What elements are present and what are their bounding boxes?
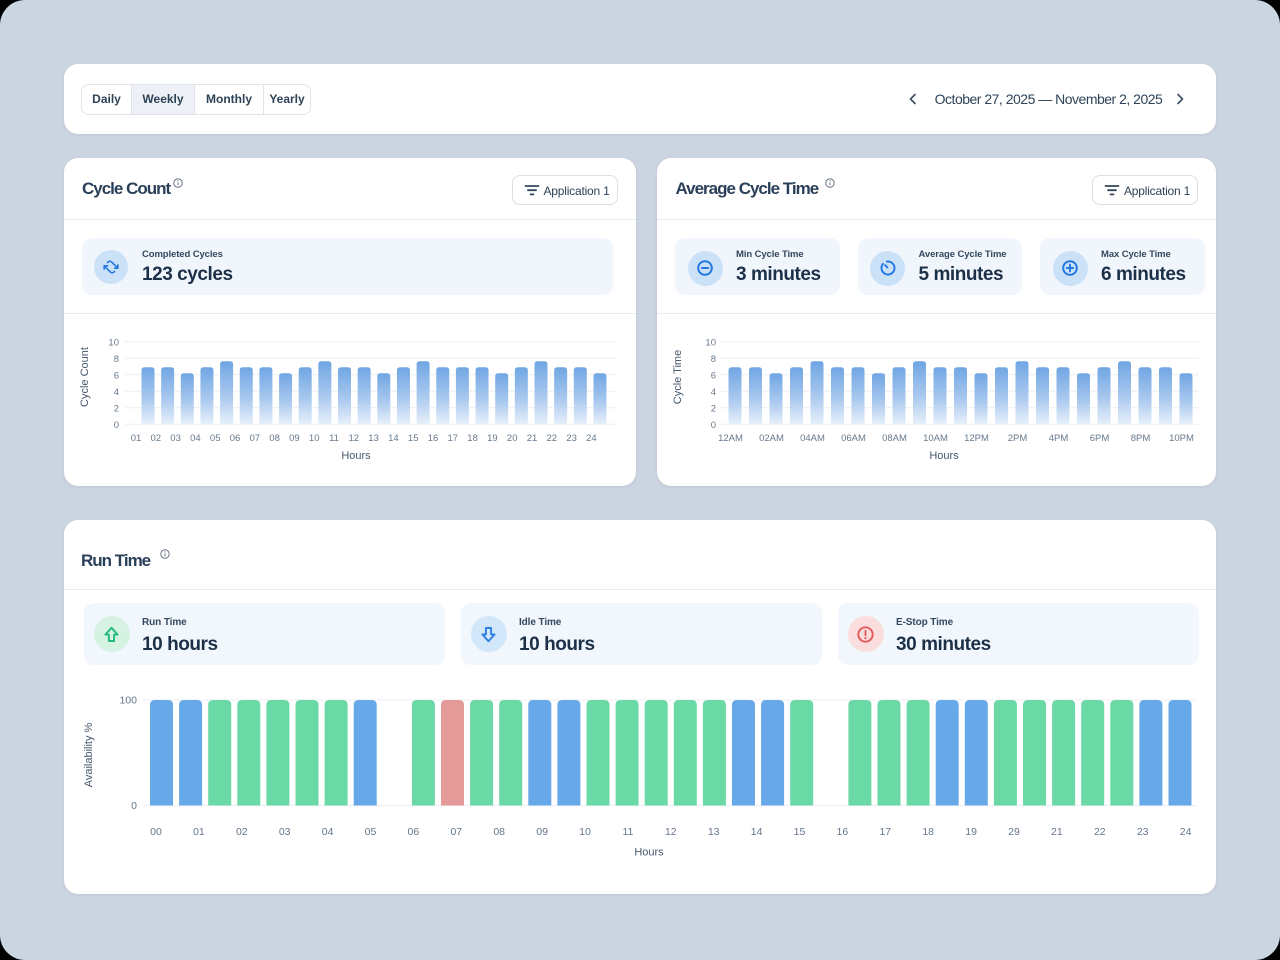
svg-text:03: 03 xyxy=(170,433,181,444)
svg-text:11: 11 xyxy=(329,433,339,444)
svg-text:Hours: Hours xyxy=(341,450,371,462)
svg-text:12: 12 xyxy=(349,433,360,444)
svg-text:23: 23 xyxy=(1137,826,1149,838)
svg-text:03: 03 xyxy=(279,826,291,838)
svg-text:8PM: 8PM xyxy=(1131,433,1151,444)
svg-text:8: 8 xyxy=(711,354,716,365)
svg-text:Cycle Count: Cycle Count xyxy=(79,347,91,407)
svg-text:00: 00 xyxy=(150,826,162,838)
svg-text:04AM: 04AM xyxy=(800,433,825,444)
svg-text:16: 16 xyxy=(837,826,849,838)
svg-text:17: 17 xyxy=(448,433,459,444)
svg-text:2: 2 xyxy=(711,403,716,414)
svg-text:18: 18 xyxy=(922,826,934,838)
svg-text:17: 17 xyxy=(879,826,891,838)
svg-text:18: 18 xyxy=(467,433,478,444)
svg-text:4: 4 xyxy=(711,387,716,398)
svg-text:21: 21 xyxy=(1051,826,1063,838)
svg-text:09: 09 xyxy=(289,433,300,444)
svg-text:19: 19 xyxy=(965,826,977,838)
svg-text:08AM: 08AM xyxy=(882,433,907,444)
svg-text:13: 13 xyxy=(708,826,720,838)
svg-text:12PM: 12PM xyxy=(964,433,989,444)
svg-text:02: 02 xyxy=(151,433,162,444)
svg-text:07: 07 xyxy=(450,826,462,838)
svg-text:20: 20 xyxy=(507,433,518,444)
svg-text:0: 0 xyxy=(131,800,137,812)
svg-text:2PM: 2PM xyxy=(1008,433,1028,444)
svg-text:21: 21 xyxy=(527,433,538,444)
svg-text:0: 0 xyxy=(711,420,716,431)
svg-text:16: 16 xyxy=(428,433,439,444)
svg-text:8: 8 xyxy=(114,354,119,365)
svg-text:04: 04 xyxy=(322,826,334,838)
svg-text:Hours: Hours xyxy=(929,450,959,462)
svg-text:6PM: 6PM xyxy=(1090,433,1110,444)
svg-text:10: 10 xyxy=(579,826,591,838)
svg-text:Hours: Hours xyxy=(634,847,664,859)
svg-text:08: 08 xyxy=(269,433,280,444)
svg-text:04: 04 xyxy=(190,433,201,444)
svg-text:24: 24 xyxy=(1180,826,1192,838)
svg-text:22: 22 xyxy=(547,433,558,444)
svg-text:06: 06 xyxy=(408,826,420,838)
svg-text:05: 05 xyxy=(210,433,221,444)
svg-text:0: 0 xyxy=(114,420,119,431)
svg-text:07: 07 xyxy=(250,433,261,444)
svg-text:12: 12 xyxy=(665,826,677,838)
svg-text:4: 4 xyxy=(114,387,119,398)
svg-text:13: 13 xyxy=(368,433,379,444)
svg-text:24: 24 xyxy=(586,433,597,444)
svg-text:19: 19 xyxy=(487,433,498,444)
svg-text:10PM: 10PM xyxy=(1169,433,1194,444)
svg-text:02: 02 xyxy=(236,826,248,838)
svg-text:15: 15 xyxy=(408,433,419,444)
svg-text:14: 14 xyxy=(388,433,399,444)
svg-text:02AM: 02AM xyxy=(759,433,784,444)
svg-text:Cycle Time: Cycle Time xyxy=(672,350,684,404)
svg-text:10: 10 xyxy=(309,433,320,444)
svg-text:10: 10 xyxy=(705,337,716,348)
svg-text:23: 23 xyxy=(566,433,577,444)
svg-text:12AM: 12AM xyxy=(718,433,743,444)
svg-text:01: 01 xyxy=(193,826,205,838)
svg-text:14: 14 xyxy=(751,826,763,838)
svg-text:08: 08 xyxy=(493,826,505,838)
svg-text:06AM: 06AM xyxy=(841,433,866,444)
svg-text:06: 06 xyxy=(230,433,241,444)
svg-text:6: 6 xyxy=(711,370,716,381)
svg-text:29: 29 xyxy=(1008,826,1020,838)
svg-text:15: 15 xyxy=(794,826,806,838)
svg-text:6: 6 xyxy=(114,370,119,381)
svg-text:01: 01 xyxy=(131,433,142,444)
svg-text:100: 100 xyxy=(119,695,137,707)
svg-text:09: 09 xyxy=(536,826,548,838)
svg-text:10AM: 10AM xyxy=(923,433,948,444)
svg-text:10: 10 xyxy=(108,337,119,348)
svg-text:05: 05 xyxy=(365,826,377,838)
svg-text:2: 2 xyxy=(114,403,119,414)
svg-text:Availability %: Availability % xyxy=(83,722,95,787)
svg-text:4PM: 4PM xyxy=(1049,433,1069,444)
svg-text:11: 11 xyxy=(622,826,633,838)
svg-text:22: 22 xyxy=(1094,826,1106,838)
